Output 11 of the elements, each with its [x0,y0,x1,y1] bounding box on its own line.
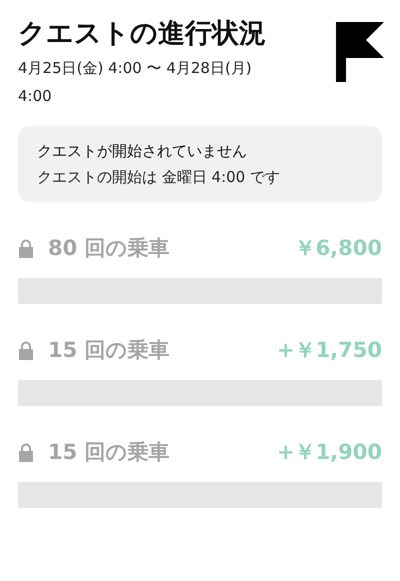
tier-label: 80 回の乗車 [48,235,170,262]
reward-amount: +￥1,750 [276,337,382,364]
date-range: 4月25日(金) 4:00 〜 4月28日(月) 4:00 [18,58,253,107]
flag-icon [334,22,386,82]
reward-amount: ￥6,800 [294,235,382,262]
tier-label: 15 回の乗車 [48,439,170,466]
page-title: クエストの進行状況 [18,17,267,51]
tier-label: 15 回の乗車 [48,337,170,364]
notice-message: クエストの開始は 金曜日 4:00 です [37,167,281,188]
reward-amount: +￥1,900 [276,439,382,466]
notice-title: クエストが開始されていません [37,141,248,162]
